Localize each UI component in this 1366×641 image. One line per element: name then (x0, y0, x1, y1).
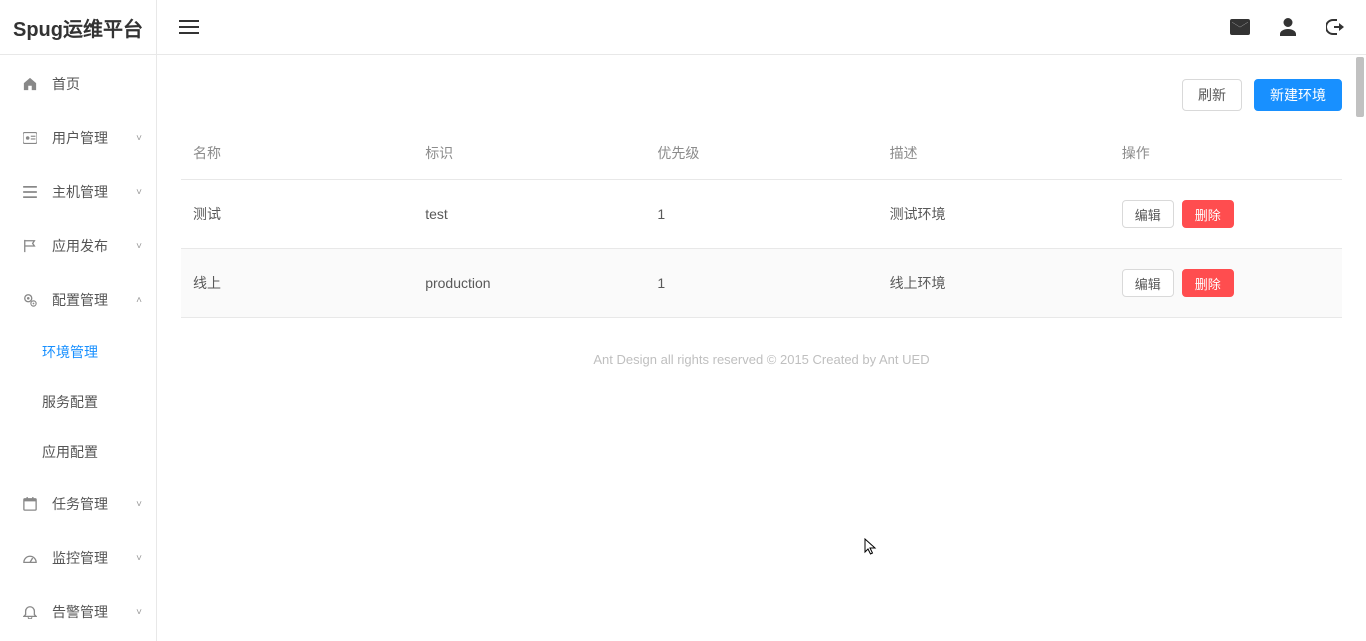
user-icon[interactable] (1280, 18, 1296, 36)
create-env-button[interactable]: 新建环境 (1254, 79, 1342, 111)
sidebar-submenu-7[interactable]: 告警管理 ˅ (0, 585, 156, 639)
col-key: 标识 (413, 127, 645, 180)
cell-desc: 线上环境 (878, 249, 1110, 318)
sidebar-menu: 首页用户管理˅主机管理˅应用发布˅配置管理˄环境管理服务配置应用配置任务管理˅监… (0, 55, 156, 639)
header-actions (1230, 18, 1344, 36)
sidebar-submenu-3[interactable]: 应用发布 ˅ (0, 219, 156, 273)
sidebar-subitem-4-1[interactable]: 服务配置 (0, 377, 156, 427)
table-row: 线上 production 1 线上环境 编辑 删除 (181, 249, 1342, 318)
menu-toggle[interactable] (179, 20, 199, 34)
chevron-down-icon: ˅ (136, 133, 142, 144)
action-bar: 刷新 新建环境 (181, 79, 1342, 111)
home-icon (22, 77, 38, 91)
cell-priority: 1 (645, 180, 877, 249)
flag-icon (22, 239, 38, 253)
sidebar-item-label: 配置管理 (52, 290, 108, 310)
cell-desc: 测试环境 (878, 180, 1110, 249)
list-icon (22, 186, 38, 198)
cell-action: 编辑 删除 (1110, 180, 1342, 249)
col-name: 名称 (181, 127, 413, 180)
chevron-up-icon: ˄ (136, 295, 142, 306)
edit-button[interactable]: 编辑 (1122, 200, 1174, 228)
calendar-icon (22, 497, 38, 511)
footer: Ant Design all rights reserved © 2015 Cr… (157, 342, 1366, 367)
gears-icon (22, 293, 38, 307)
create-env-button-label: 新建环境 (1270, 85, 1326, 105)
scrollbar-thumb[interactable] (1356, 57, 1364, 117)
sidebar: Spug运维平台 首页用户管理˅主机管理˅应用发布˅配置管理˄环境管理服务配置应… (0, 0, 157, 641)
content: 刷新 新建环境 名称 标识 优先级 描述 操作 (157, 55, 1366, 342)
logo-text: Spug运维平台 (13, 13, 143, 42)
refresh-button[interactable]: 刷新 (1182, 79, 1242, 111)
cell-key: test (413, 180, 645, 249)
scrollbar[interactable] (1356, 57, 1364, 639)
table-row: 测试 test 1 测试环境 编辑 删除 (181, 180, 1342, 249)
badge-icon (22, 132, 38, 144)
sidebar-item-label: 应用发布 (52, 236, 108, 256)
sidebar-item-label: 任务管理 (52, 494, 108, 514)
table-header-row: 名称 标识 优先级 描述 操作 (181, 127, 1342, 180)
header (157, 0, 1366, 55)
chevron-down-icon: ˅ (136, 187, 142, 198)
sidebar-subitem-4-0[interactable]: 环境管理 (0, 327, 156, 377)
refresh-button-label: 刷新 (1198, 85, 1226, 105)
chevron-down-icon: ˅ (136, 607, 142, 618)
sidebar-submenu-5[interactable]: 任务管理 ˅ (0, 477, 156, 531)
sidebar-submenu-6[interactable]: 监控管理 ˅ (0, 531, 156, 585)
footer-text: Ant Design all rights reserved © 2015 Cr… (593, 352, 929, 367)
sidebar-subitem-4-2[interactable]: 应用配置 (0, 427, 156, 477)
sidebar-item-label: 用户管理 (52, 128, 108, 148)
col-desc: 描述 (878, 127, 1110, 180)
cell-name: 线上 (181, 249, 413, 318)
env-table: 名称 标识 优先级 描述 操作 测试 test 1 测试环境 编辑 删除 线上 … (181, 127, 1342, 318)
sidebar-submenu-2[interactable]: 主机管理 ˅ (0, 165, 156, 219)
cell-name: 测试 (181, 180, 413, 249)
chevron-down-icon: ˅ (136, 499, 142, 510)
chevron-down-icon: ˅ (136, 241, 142, 252)
col-action: 操作 (1110, 127, 1342, 180)
sidebar-submenu-4[interactable]: 配置管理 ˄ (0, 273, 156, 327)
sidebar-item-label: 首页 (52, 74, 80, 94)
sidebar-item-label: 监控管理 (52, 548, 108, 568)
bell-icon (22, 605, 38, 619)
sidebar-submenu-1[interactable]: 用户管理 ˅ (0, 111, 156, 165)
sidebar-item-0[interactable]: 首页 (0, 57, 156, 111)
mail-icon[interactable] (1230, 19, 1250, 35)
logout-icon[interactable] (1326, 19, 1344, 35)
delete-button[interactable]: 删除 (1182, 200, 1234, 228)
edit-button[interactable]: 编辑 (1122, 269, 1174, 297)
cell-key: production (413, 249, 645, 318)
dashboard-icon (22, 552, 38, 564)
logo: Spug运维平台 (0, 0, 156, 55)
col-priority: 优先级 (645, 127, 877, 180)
cell-priority: 1 (645, 249, 877, 318)
chevron-down-icon: ˅ (136, 553, 142, 564)
sidebar-item-label: 主机管理 (52, 182, 108, 202)
cell-action: 编辑 删除 (1110, 249, 1342, 318)
delete-button[interactable]: 删除 (1182, 269, 1234, 297)
sidebar-item-label: 告警管理 (52, 602, 108, 622)
